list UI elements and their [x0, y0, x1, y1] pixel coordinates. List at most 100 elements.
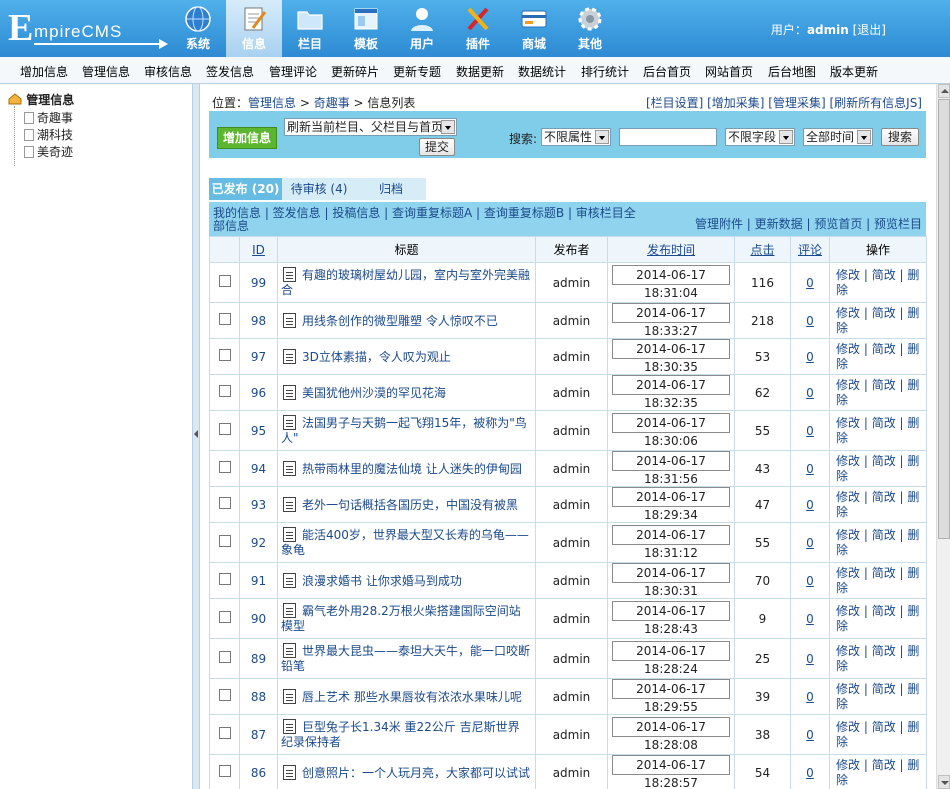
edit-document-icon[interactable]	[283, 267, 296, 282]
edit-document-icon[interactable]	[283, 572, 296, 588]
row-title-link[interactable]: 创意照片：一个人玩月亮，大家都可以试试	[302, 766, 530, 780]
nav-info[interactable]: 信息	[226, 0, 282, 57]
time-column-header[interactable]: 发布时间	[607, 236, 735, 263]
row-time-field[interactable]: 2014-06-17 18:29:55	[612, 679, 730, 714]
edit-link[interactable]: 修改	[836, 758, 860, 772]
quick-edit-link[interactable]: 简改	[872, 758, 896, 772]
edit-link[interactable]: 修改	[836, 342, 860, 356]
info-filter-links[interactable]: 我的信息 | 签发信息 | 投稿信息 | 查询重复标题A | 查询重复标题B |…	[213, 207, 643, 233]
row-checkbox[interactable]	[218, 423, 231, 435]
quick-edit-link[interactable]: 简改	[872, 604, 896, 618]
edit-link[interactable]: 修改	[836, 604, 860, 618]
row-checkbox[interactable]	[218, 497, 231, 509]
subbar-add-info[interactable]: 增加信息	[20, 63, 68, 80]
row-comments-link[interactable]: 0	[806, 728, 814, 742]
quick-edit-link[interactable]: 简改	[872, 306, 896, 320]
tab-pending[interactable]: 待审核 (4)	[282, 178, 356, 200]
row-title-link[interactable]: 唇上艺术 那些水果唇妆有浓浓水果味儿呢	[302, 690, 522, 704]
row-comments-link[interactable]: 0	[806, 314, 814, 328]
row-time-field[interactable]: 2014-06-17 18:31:56	[612, 451, 730, 486]
edit-link[interactable]: 修改	[836, 720, 860, 734]
edit-document-icon[interactable]	[283, 348, 296, 364]
edit-link[interactable]: 修改	[836, 566, 860, 580]
subbar-data-stats[interactable]: 数据统计	[518, 63, 566, 80]
row-comments-link[interactable]: 0	[806, 766, 814, 780]
edit-link[interactable]: 修改	[836, 268, 860, 282]
row-comments-link[interactable]: 0	[806, 536, 814, 550]
row-checkbox[interactable]	[218, 535, 231, 547]
row-checkbox[interactable]	[218, 765, 231, 777]
edit-document-icon[interactable]	[283, 643, 296, 658]
row-time-field[interactable]: 2014-06-17 18:29:34	[612, 487, 730, 522]
quick-edit-link[interactable]: 简改	[872, 268, 896, 282]
row-time-field[interactable]: 2014-06-17 18:28:08	[612, 717, 730, 752]
tab-published[interactable]: 已发布 (20)	[209, 178, 282, 200]
row-time-field[interactable]: 2014-06-17 18:32:35	[612, 375, 730, 410]
edit-link[interactable]: 修改	[836, 306, 860, 320]
row-title-link[interactable]: 巨型兔子长1.34米 重22公斤 吉尼斯世界纪录保持者	[281, 720, 520, 749]
nav-other[interactable]: 其他	[562, 0, 618, 57]
quick-edit-link[interactable]: 简改	[872, 528, 896, 542]
edit-document-icon[interactable]	[283, 603, 296, 618]
subbar-site-home[interactable]: 网站首页	[705, 63, 753, 80]
id-column-header[interactable]: ID	[239, 236, 278, 263]
scroll-thumb[interactable]	[938, 99, 950, 539]
row-comments-link[interactable]: 0	[806, 424, 814, 438]
row-checkbox[interactable]	[218, 385, 231, 397]
quick-edit-link[interactable]: 简改	[872, 566, 896, 580]
row-comments-link[interactable]: 0	[806, 462, 814, 476]
info-tool-links[interactable]: 管理附件 | 更新数据 | 预览首页 | 预览栏目	[695, 215, 922, 232]
row-checkbox[interactable]	[218, 651, 231, 663]
row-title-link[interactable]: 美国犹他州沙漠的罕见花海	[302, 386, 446, 400]
row-comments-link[interactable]: 0	[806, 350, 814, 364]
row-checkbox[interactable]	[218, 313, 231, 325]
subbar-manage-info[interactable]: 管理信息	[82, 63, 130, 80]
tree-root[interactable]: 管理信息	[8, 91, 74, 108]
row-title-link[interactable]: 用线条创作的微型雕塑 令人惊叹不已	[302, 314, 498, 328]
logout-link[interactable]: [退出]	[853, 23, 886, 37]
edit-link[interactable]: 修改	[836, 416, 860, 430]
row-comments-link[interactable]: 0	[806, 690, 814, 704]
row-time-field[interactable]: 2014-06-17 18:30:31	[612, 563, 730, 598]
breadcrumb-manage-info[interactable]: 管理信息	[248, 96, 296, 110]
subbar-manage-comments[interactable]: 管理评论	[269, 63, 317, 80]
quick-edit-link[interactable]: 简改	[872, 454, 896, 468]
row-title-link[interactable]: 霸气老外用28.2万根火柴搭建国际空间站模型	[281, 604, 521, 633]
row-checkbox[interactable]	[218, 611, 231, 623]
edit-document-icon[interactable]	[283, 496, 296, 512]
attribute-select[interactable]: 不限属性	[541, 128, 611, 146]
subbar-update-fragments[interactable]: 更新碎片	[331, 63, 379, 80]
submit-button[interactable]: 提交	[419, 138, 455, 156]
row-comments-link[interactable]: 0	[806, 276, 814, 290]
subbar-admin-home[interactable]: 后台首页	[643, 63, 691, 80]
row-checkbox[interactable]	[218, 349, 231, 361]
row-comments-link[interactable]: 0	[806, 574, 814, 588]
refresh-mode-select[interactable]: 刷新当前栏目、父栏目与首页	[284, 118, 457, 136]
quick-edit-link[interactable]: 简改	[872, 720, 896, 734]
quick-edit-link[interactable]: 简改	[872, 342, 896, 356]
column-action-links[interactable]: [栏目设置] [增加采集] [管理采集] [刷新所有信息JS]	[646, 94, 922, 111]
quick-edit-link[interactable]: 简改	[872, 682, 896, 696]
edit-link[interactable]: 修改	[836, 528, 860, 542]
subbar-admin-map[interactable]: 后台地图	[768, 63, 816, 80]
edit-document-icon[interactable]	[283, 764, 296, 780]
row-comments-link[interactable]: 0	[806, 652, 814, 666]
breadcrumb-category[interactable]: 奇趣事	[314, 96, 350, 110]
row-checkbox[interactable]	[218, 461, 231, 473]
edit-document-icon[interactable]	[283, 460, 296, 476]
row-time-field[interactable]: 2014-06-17 18:28:24	[612, 641, 730, 676]
row-time-field[interactable]: 2014-06-17 18:30:06	[612, 413, 730, 448]
nav-system[interactable]: 系统	[170, 0, 226, 57]
nav-shop[interactable]: 商城	[506, 0, 562, 57]
tab-archive[interactable]: 归档	[356, 178, 426, 200]
quick-edit-link[interactable]: 简改	[872, 378, 896, 392]
nav-user[interactable]: 用户	[394, 0, 450, 57]
row-title-link[interactable]: 热带雨林里的魔法仙境 让人迷失的伊甸园	[302, 462, 522, 476]
row-time-field[interactable]: 2014-06-17 18:31:04	[612, 265, 730, 300]
vertical-scrollbar[interactable]	[936, 84, 950, 789]
row-title-link[interactable]: 能活400岁，世界最大型又长寿的乌龟——象龟	[281, 528, 529, 557]
search-input[interactable]	[619, 128, 717, 146]
row-checkbox[interactable]	[218, 275, 231, 287]
row-comments-link[interactable]: 0	[806, 612, 814, 626]
collapse-arrow-icon[interactable]	[194, 430, 198, 438]
